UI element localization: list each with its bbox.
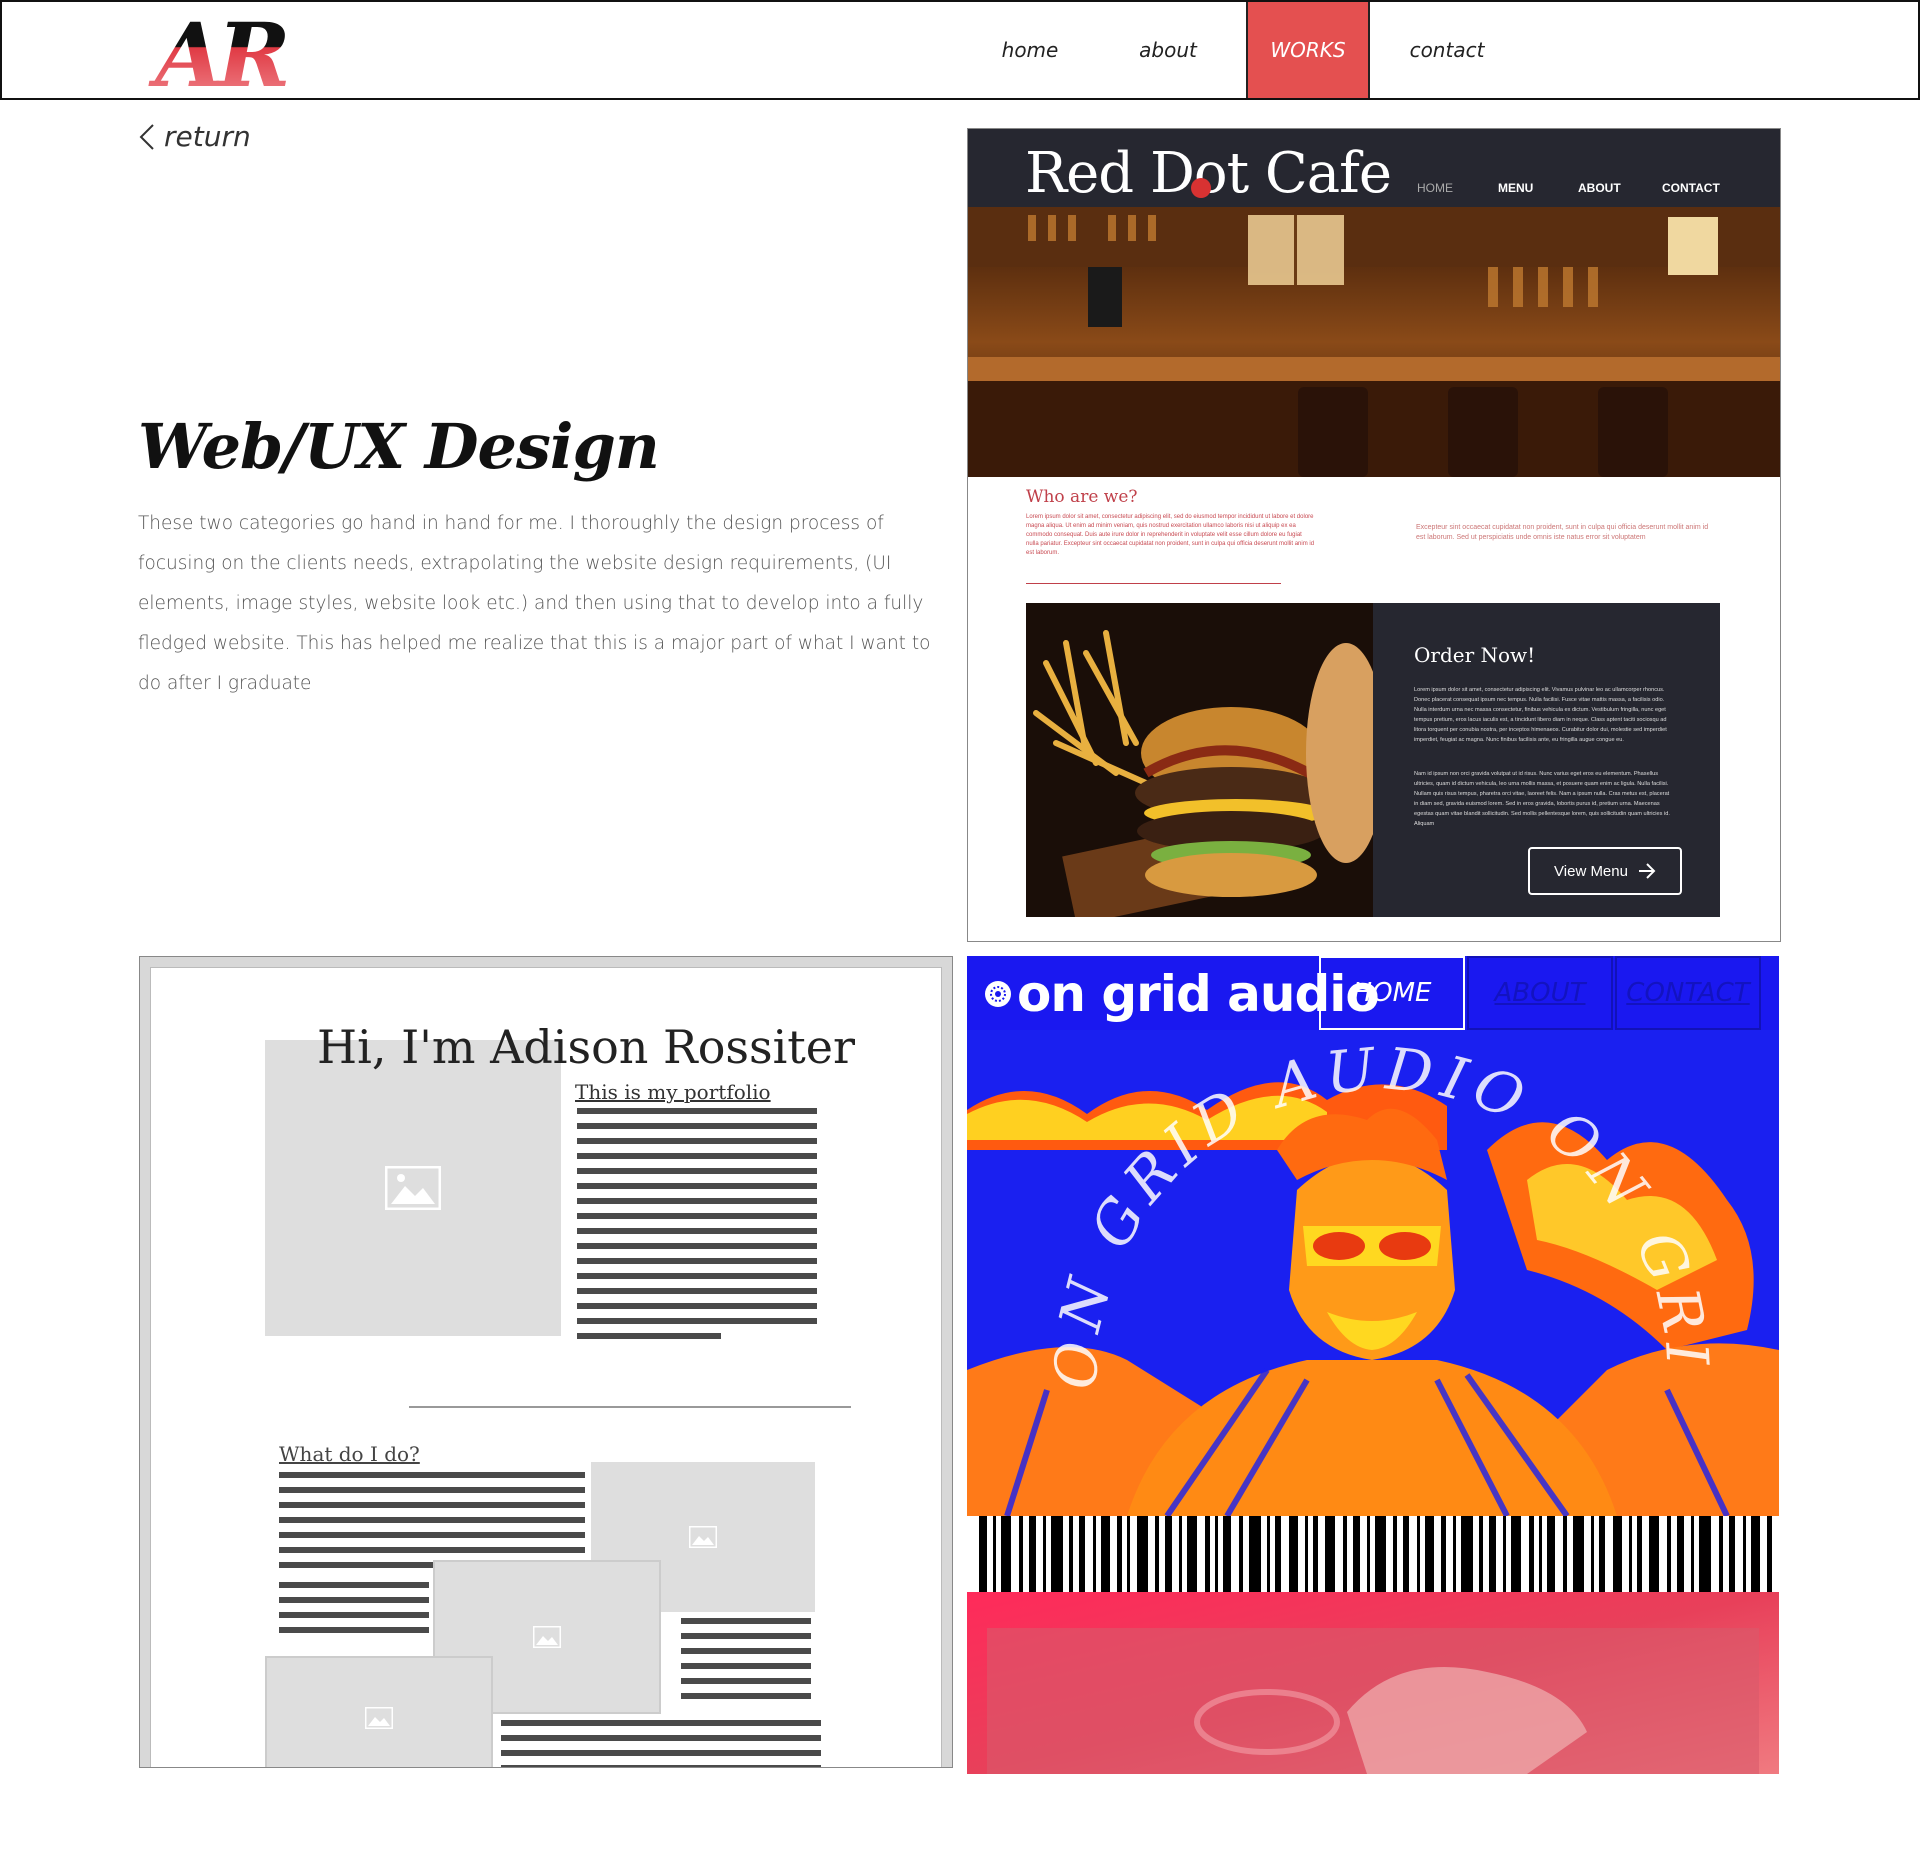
top-navbar: AR home about WORKS contact — [0, 0, 1920, 100]
pf-subheading: This is my portfolio — [575, 1080, 771, 1104]
pf-intro-text — [577, 1108, 817, 1348]
rc-header: Red Dot Cafe HOME MENU ABOUT CONTACT — [968, 129, 1780, 207]
pf-section-text-4 — [501, 1720, 821, 1767]
rc-red-dot — [1191, 178, 1211, 198]
rc-nav-contact: CONTACT — [1662, 181, 1720, 195]
image-placeholder-icon — [533, 1626, 561, 1648]
image-placeholder-icon — [365, 1707, 393, 1729]
rc-nav-menu: MENU — [1498, 181, 1534, 195]
og-nav-contact: CONTACT — [1615, 956, 1761, 1030]
pf-section-text-2 — [279, 1582, 429, 1642]
rc-who-text: Lorem ipsum dolor sit amet, consectetur … — [1026, 514, 1315, 556]
rc-view-menu-button: View Menu — [1528, 847, 1682, 895]
pf-section-text-3 — [681, 1618, 811, 1708]
rc-who-text-2: Excepteur sint occaecat cupidatat non pr… — [1416, 524, 1709, 541]
pf-divider — [409, 1406, 851, 1408]
nav-about[interactable]: about — [1118, 2, 1218, 98]
og-nav-home: HOME — [1319, 956, 1465, 1030]
chevron-left-icon — [139, 123, 154, 150]
rc-nav-about: ABOUT — [1578, 181, 1621, 195]
pf-image-placeholder-4 — [265, 1656, 493, 1767]
ar-logo[interactable]: AR — [140, 8, 300, 92]
pf-heading: Hi, I'm Adison Rossiter — [317, 1020, 856, 1074]
return-link[interactable]: return — [138, 120, 251, 153]
nav-contact[interactable]: contact — [1392, 2, 1502, 98]
og-logo-icon — [985, 981, 1011, 1007]
work-card-red-dot-cafe[interactable]: Red Dot Cafe HOME MENU ABOUT CONTACT Who… — [967, 128, 1781, 942]
rc-nav-home: HOME — [1417, 181, 1453, 195]
barcode-strip — [967, 1516, 1779, 1592]
burger-fries-image — [1026, 603, 1373, 917]
page-title: Web/UX Design — [138, 410, 660, 483]
pf-page: Hi, I'm Adison Rossiter This is my portf… — [150, 967, 942, 1767]
nav-home[interactable]: home — [980, 2, 1080, 98]
logo-text: AR — [148, 8, 286, 92]
rc-who-title: Who are we? — [1026, 487, 1138, 507]
image-placeholder-icon — [689, 1526, 717, 1548]
work-card-on-grid-audio[interactable]: on grid audio HOME ABOUT CONTACT ON GRID… — [967, 956, 1779, 1774]
rc-brand: Red Dot Cafe — [1025, 141, 1392, 206]
rc-view-menu-label: View Menu — [1554, 862, 1628, 880]
return-label: return — [164, 120, 251, 153]
cafe-interior-image — [968, 207, 1780, 477]
page-description: These two categories go hand in hand for… — [138, 513, 931, 694]
og-portrait-artwork: ON GRID AUDIO ON GRID AUDIO — [967, 1030, 1779, 1516]
rc-divider — [1026, 583, 1281, 584]
nav-works-active[interactable]: WORKS — [1246, 2, 1370, 98]
og-pink-photo — [967, 1592, 1779, 1774]
rc-order-panel: Order Now! Lorem ipsum dolor sit amet, c… — [1373, 603, 1720, 917]
og-nav-about: ABOUT — [1467, 956, 1613, 1030]
image-placeholder-icon — [385, 1166, 441, 1210]
rc-order-title: Order Now! — [1414, 643, 1536, 667]
rc-order-text-1: Lorem ipsum dolor sit amet, consectetur … — [1414, 687, 1667, 743]
pf-section-title: What do I do? — [279, 1442, 420, 1466]
pf-image-placeholder — [265, 1040, 561, 1336]
work-card-portfolio[interactable]: Hi, I'm Adison Rossiter This is my portf… — [139, 956, 953, 1768]
arrow-right-icon — [1638, 863, 1656, 879]
rc-order-text-2: Nam id ipsum non orci gravida volutpat u… — [1414, 771, 1670, 827]
